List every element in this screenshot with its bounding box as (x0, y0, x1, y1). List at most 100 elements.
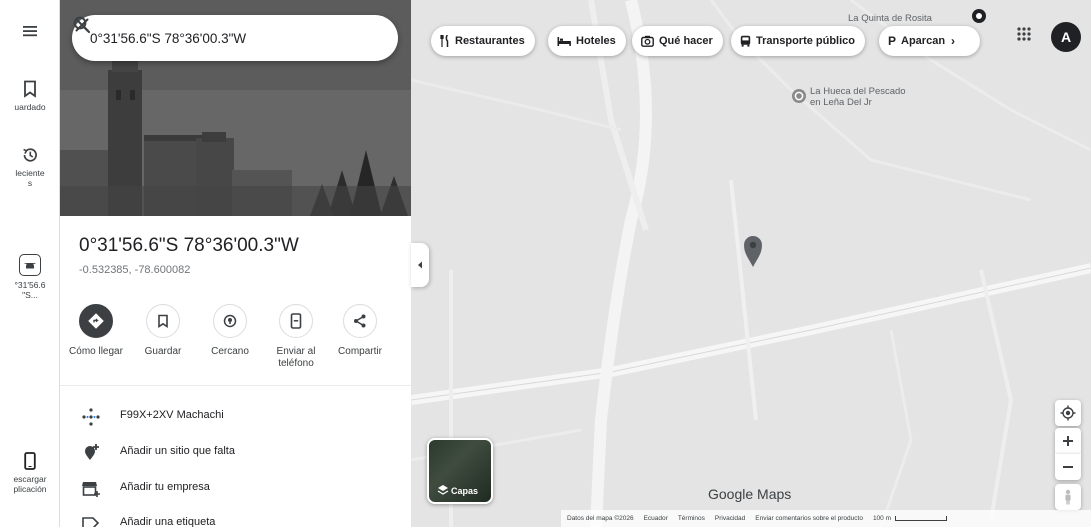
share-label: Compartir (338, 346, 382, 357)
chip-restaurants[interactable]: Restaurantes (431, 26, 535, 56)
location-pin-icon[interactable] (742, 234, 764, 268)
restaurant-icon (440, 35, 449, 47)
recent-label-cont: s (27, 178, 33, 188)
close-icon[interactable] (72, 15, 92, 35)
send-to-phone-label-line2: teléfono (278, 358, 314, 369)
add-business-row[interactable]: Añadir tu empresa (60, 472, 411, 506)
hamburger-menu-icon (23, 26, 37, 37)
bed-icon (557, 37, 571, 46)
send-to-phone-label-line1: Enviar al (276, 346, 316, 357)
footer-feedback-link[interactable]: Enviar comentarios sobre el producto (755, 515, 863, 522)
zoom-in-button[interactable] (1055, 428, 1081, 454)
place-panel: 0°31'56.6"S 78°36'00.3"W -0.532385, -78.… (60, 0, 411, 527)
recent-place-label-cont: "S... (22, 290, 38, 300)
add-place-icon (85, 444, 99, 460)
chip-things-to-do[interactable]: Qué hacer (632, 26, 723, 56)
caret-left-icon (418, 261, 422, 269)
my-location-icon (1060, 405, 1076, 421)
recent-button[interactable]: leciente s (0, 146, 60, 188)
map-canvas[interactable]: Restaurantes Hoteles Qué hacer Transport… (411, 0, 1091, 527)
chip-restaurants-label: Restaurantes (455, 35, 525, 47)
chip-hotels[interactable]: Hoteles (548, 26, 626, 56)
add-business-text: Añadir tu empresa (120, 481, 210, 493)
recent-place-label: °31'56.6 (14, 280, 46, 290)
bookmark-icon (24, 80, 36, 98)
left-rail: uardado leciente s °31'56.6 "S... escarg… (0, 0, 60, 527)
label-icon (82, 517, 100, 527)
add-missing-place-text: Añadir un sitio que falta (120, 445, 235, 457)
scale-bar (895, 516, 948, 521)
download-app-button[interactable]: escargar plicación (0, 452, 60, 494)
send-to-phone-button[interactable]: Enviar al teléfono (264, 304, 328, 370)
saved-button[interactable]: uardado (0, 80, 60, 112)
saved-label: uardado (14, 102, 46, 112)
zoom-out-button[interactable] (1055, 454, 1081, 480)
menu-button[interactable] (0, 24, 60, 38)
place-coordinates: -0.532385, -78.600082 (79, 264, 191, 276)
share-button[interactable]: Compartir (328, 304, 392, 358)
add-label-row[interactable]: Añadir una etiqueta (60, 507, 411, 527)
chip-transit-label: Transporte público (756, 35, 856, 47)
history-icon (23, 148, 37, 162)
scale-label[interactable]: 100 m (873, 515, 891, 522)
apps-grid-icon[interactable] (1016, 26, 1032, 42)
directions-icon (88, 313, 104, 329)
place-marker-icon[interactable] (971, 8, 987, 24)
chip-hotels-label: Hoteles (576, 35, 616, 47)
nearby-icon (223, 314, 237, 328)
share-icon (354, 314, 366, 328)
recent-place-item[interactable]: °31'56.6 "S... (0, 254, 60, 300)
place-title: 0°31'56.6"S 78°36'00.3"W (79, 235, 299, 256)
plus-icon (1063, 436, 1073, 446)
my-location-button[interactable] (1055, 400, 1081, 426)
map-label-hueca-line2: en Leña Del Jr (810, 97, 872, 108)
plus-code-text: F99X+2XV Machachi (120, 409, 224, 421)
restaurant-poi-icon[interactable] (791, 88, 807, 104)
car-icon (24, 263, 36, 269)
plus-code-row[interactable]: F99X+2XV Machachi (60, 400, 411, 434)
footer-country[interactable]: Ecuador (644, 515, 668, 522)
save-label: Guardar (144, 346, 182, 357)
phone-send-icon (290, 313, 302, 329)
chevron-right-icon[interactable]: › (951, 34, 955, 48)
google-maps-logo: Google Maps (708, 486, 792, 502)
place-photo[interactable] (60, 0, 411, 216)
maps-app: uardado leciente s °31'56.6 "S... escarg… (0, 0, 1091, 527)
minus-icon (1063, 466, 1073, 468)
storefront-icon (82, 482, 100, 497)
directions-button[interactable]: Cómo llegar (64, 304, 128, 358)
chip-parking-label: Aparcan (901, 35, 946, 47)
add-label-text: Añadir una etiqueta (120, 516, 216, 527)
download-app-label: escargar (13, 474, 47, 484)
plus-code-icon (82, 408, 100, 426)
layers-button[interactable]: Capas (427, 438, 493, 504)
phone-icon (24, 452, 36, 470)
add-missing-place-row[interactable]: Añadir un sitio que falta (60, 436, 411, 470)
nearby-circle (213, 304, 247, 338)
footer-privacy-link[interactable]: Privacidad (715, 515, 745, 522)
bus-icon (740, 35, 751, 47)
map-footer: Datos del mapa ©2026 Ecuador Términos Pr… (561, 510, 1091, 527)
parking-icon: P (888, 34, 897, 48)
map-label-rosita[interactable]: La Quinta de Rosita (848, 13, 932, 24)
share-circle (343, 304, 377, 338)
layers-label: Capas (451, 486, 479, 496)
save-circle (146, 304, 180, 338)
street-view-button[interactable] (1055, 484, 1081, 510)
map-data-attribution: Datos del mapa ©2026 (567, 515, 634, 522)
map-label-hueca-line1: La Hueca del Pescado (810, 86, 906, 97)
chip-transit[interactable]: Transporte público (731, 26, 866, 56)
collapse-panel-button[interactable] (411, 243, 429, 287)
chip-parking[interactable]: P Aparcan › (879, 26, 980, 56)
map-label-hueca[interactable]: La Hueca del Pescado en Leña Del Jr (810, 86, 906, 108)
send-to-phone-circle (279, 304, 313, 338)
search-input[interactable] (90, 26, 310, 50)
directions-label: Cómo llegar (69, 346, 123, 357)
nearby-button[interactable]: Cercano (198, 304, 262, 358)
avatar[interactable]: A (1051, 22, 1081, 52)
layers-icon (437, 485, 449, 495)
pegman-icon (1065, 489, 1071, 505)
save-button[interactable]: Guardar (131, 304, 195, 358)
search-box (72, 15, 398, 61)
footer-terms-link[interactable]: Términos (678, 515, 705, 522)
